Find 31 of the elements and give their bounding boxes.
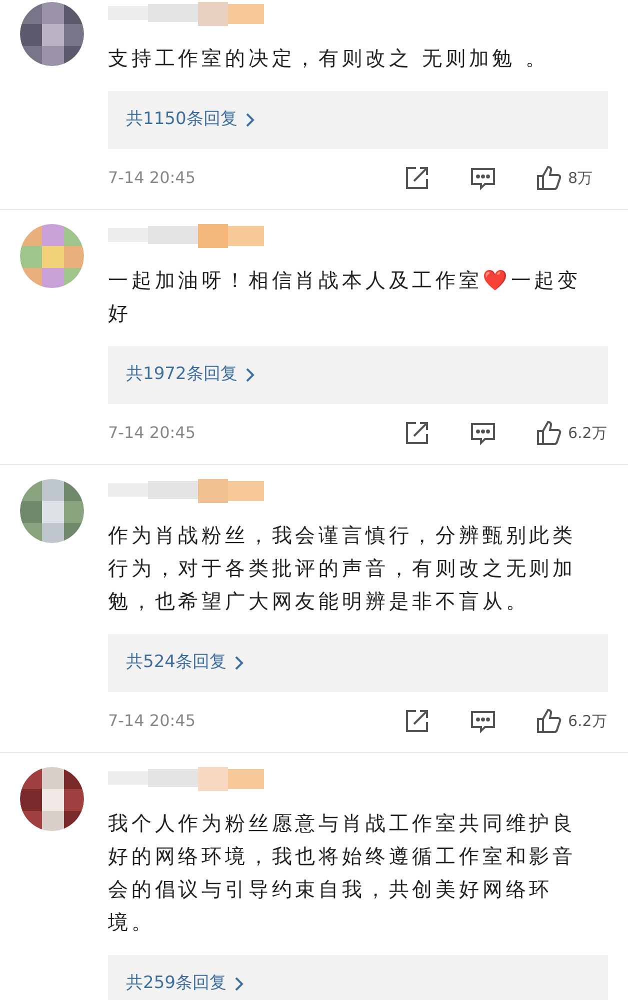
timestamp: 7-14 20:45 [108, 710, 197, 732]
share-icon[interactable] [404, 420, 430, 446]
comment-icon[interactable] [470, 165, 496, 191]
replies-link[interactable]: 共1150条回复 [108, 91, 608, 149]
reply-count: 共524条回复 [126, 651, 226, 674]
reply-count: 共1972条回复 [126, 363, 238, 386]
thumbs-up-icon[interactable] [536, 165, 562, 191]
comment-text: 我个人作为粉丝愿意与肖战工作室共同维护良好的网络环境，我也将始终遵循工作室和影音会的倡议与引导约束自我，共创美好网络环境。 [108, 810, 577, 936]
comment-text: 支持工作室的决定，有则改之 无则加勉 。 [108, 45, 550, 72]
thumbs-up-icon[interactable] [536, 708, 562, 734]
comment-text: 作为肖战粉丝，我会谨言慎行，分辨甄别此类行为，对于各类批评的声音，有则改之无则加勉，也希望广大网友能明辨是非不盲从。 [108, 522, 577, 615]
chevron-icon [245, 112, 256, 128]
reply-count: 共259条回复 [126, 972, 226, 996]
reply-count: 共1150条回复 [126, 108, 238, 132]
comment-icon[interactable] [470, 420, 496, 446]
replies-link[interactable]: 共259条回复 [108, 955, 608, 1000]
comment-text: 一起加油呀！相信肖战本人及工作室❤一起变好 [108, 267, 582, 327]
thumbs-up-icon[interactable] [536, 420, 562, 446]
like-count: 8万 [568, 168, 594, 189]
replies-link[interactable]: 共524条回复 [108, 634, 608, 692]
chevron-icon [234, 976, 244, 992]
like-count: 6.2万 [568, 422, 608, 444]
timestamp: 7-14 20:45 [108, 422, 197, 444]
replies-link[interactable]: 共1972条回复 [108, 346, 608, 404]
share-icon[interactable] [404, 165, 430, 191]
timestamp: 7-14 20:45 [108, 167, 197, 189]
comment-icon[interactable] [470, 708, 496, 734]
chevron-icon [245, 367, 256, 383]
like-count: 6.2万 [568, 710, 608, 732]
share-icon[interactable] [404, 708, 430, 734]
chevron-icon [234, 655, 244, 671]
